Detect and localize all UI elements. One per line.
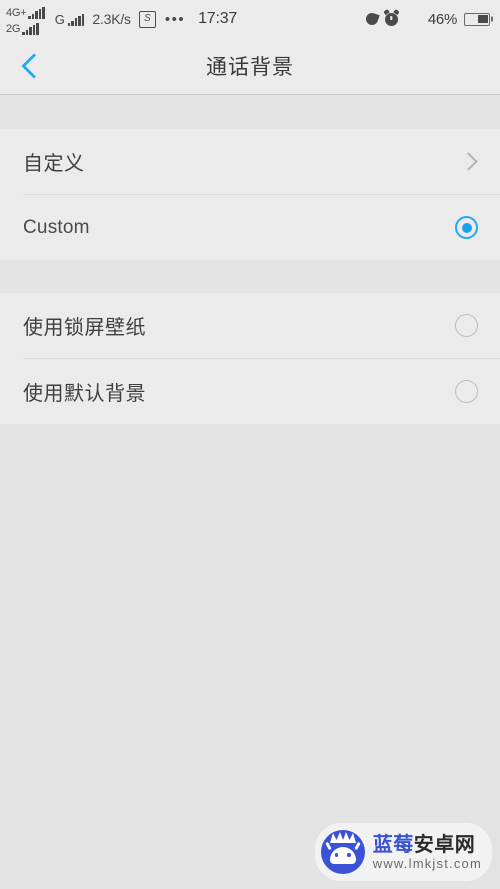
status-bar-right: 46% — [364, 10, 490, 28]
page-title: 通话背景 — [206, 56, 294, 79]
back-button[interactable] — [0, 38, 62, 94]
settings-group-custom: 自定义 Custom — [0, 129, 500, 260]
radio-button-selected[interactable] — [455, 216, 478, 239]
mascot-eye-left — [334, 853, 339, 857]
battery-percent-label: 46% — [427, 10, 457, 28]
row-label: Custom — [23, 216, 90, 238]
mascot-eye-right — [347, 853, 351, 857]
gprs-signal: G — [55, 13, 85, 26]
watermark-brand-dark: 安卓网 — [413, 833, 476, 856]
row-custom-en[interactable]: Custom — [0, 195, 500, 260]
signal-bars-icon — [28, 6, 45, 19]
dual-sim-signal: 4G+ 2G — [6, 4, 45, 35]
signal-bars-icon — [22, 22, 39, 35]
site-watermark: 蓝莓安卓网 www.lmkjst.com — [314, 823, 492, 881]
wifi-icon — [405, 13, 421, 25]
row-default-background[interactable]: 使用默认背景 — [0, 359, 500, 424]
chevron-left-icon — [20, 53, 47, 79]
sound-profile-icon: S — [138, 10, 156, 28]
status-bar: 4G+ 2G G 2.3K/s S ••• 17:37 46% — [0, 0, 500, 38]
radio-button[interactable] — [455, 314, 478, 337]
watermark-text: 蓝莓安卓网 www.lmkjst.com — [373, 834, 482, 871]
settings-group-presets: 使用锁屏壁纸 使用默认背景 — [0, 293, 500, 424]
mascot-face — [329, 847, 356, 864]
row-custom-cn[interactable]: 自定义 — [0, 129, 500, 194]
sim2-signal: 2G — [6, 20, 45, 35]
crown-icon — [329, 832, 356, 843]
sim2-network-label: 2G — [6, 22, 21, 35]
moon-icon — [364, 11, 380, 27]
radio-button[interactable] — [455, 380, 478, 403]
status-bar-clock: 17:37 — [198, 10, 238, 27]
row-label: 使用锁屏壁纸 — [23, 317, 146, 339]
chevron-right-icon — [459, 152, 478, 171]
sim1-network-label: 4G+ — [6, 6, 27, 19]
android-mascot-icon — [320, 830, 365, 874]
title-bar: 通话背景 — [0, 38, 500, 95]
signal-bars-icon — [67, 13, 85, 26]
status-bar-left: 4G+ 2G G 2.3K/s S ••• 17:37 — [6, 4, 237, 35]
alarm-clock-icon — [384, 12, 398, 26]
sim1-signal: 4G+ — [6, 4, 45, 19]
row-lockscreen-wallpaper[interactable]: 使用锁屏壁纸 — [0, 293, 500, 358]
antenna-right — [354, 841, 361, 851]
antenna-left — [325, 841, 332, 851]
network-speed-label: 2.3K/s — [92, 11, 131, 27]
empty-area — [0, 424, 500, 889]
watermark-brand: 蓝莓安卓网 — [373, 834, 482, 856]
row-label: 使用默认背景 — [23, 383, 146, 405]
row-label: 自定义 — [23, 153, 85, 175]
section-gap-top — [0, 95, 500, 129]
settings-content: 自定义 Custom 使用锁屏壁纸 使用默认背景 — [0, 95, 500, 889]
gprs-label: G — [54, 11, 65, 27]
watermark-url: www.lmkjst.com — [372, 855, 482, 871]
more-icons-indicator: ••• — [164, 10, 186, 28]
watermark-brand-blue: 蓝莓 — [372, 833, 414, 856]
section-gap-middle — [0, 260, 500, 293]
phone-screen: 4G+ 2G G 2.3K/s S ••• 17:37 46% 通话背景 自定义… — [0, 0, 500, 889]
battery-icon — [464, 12, 490, 26]
